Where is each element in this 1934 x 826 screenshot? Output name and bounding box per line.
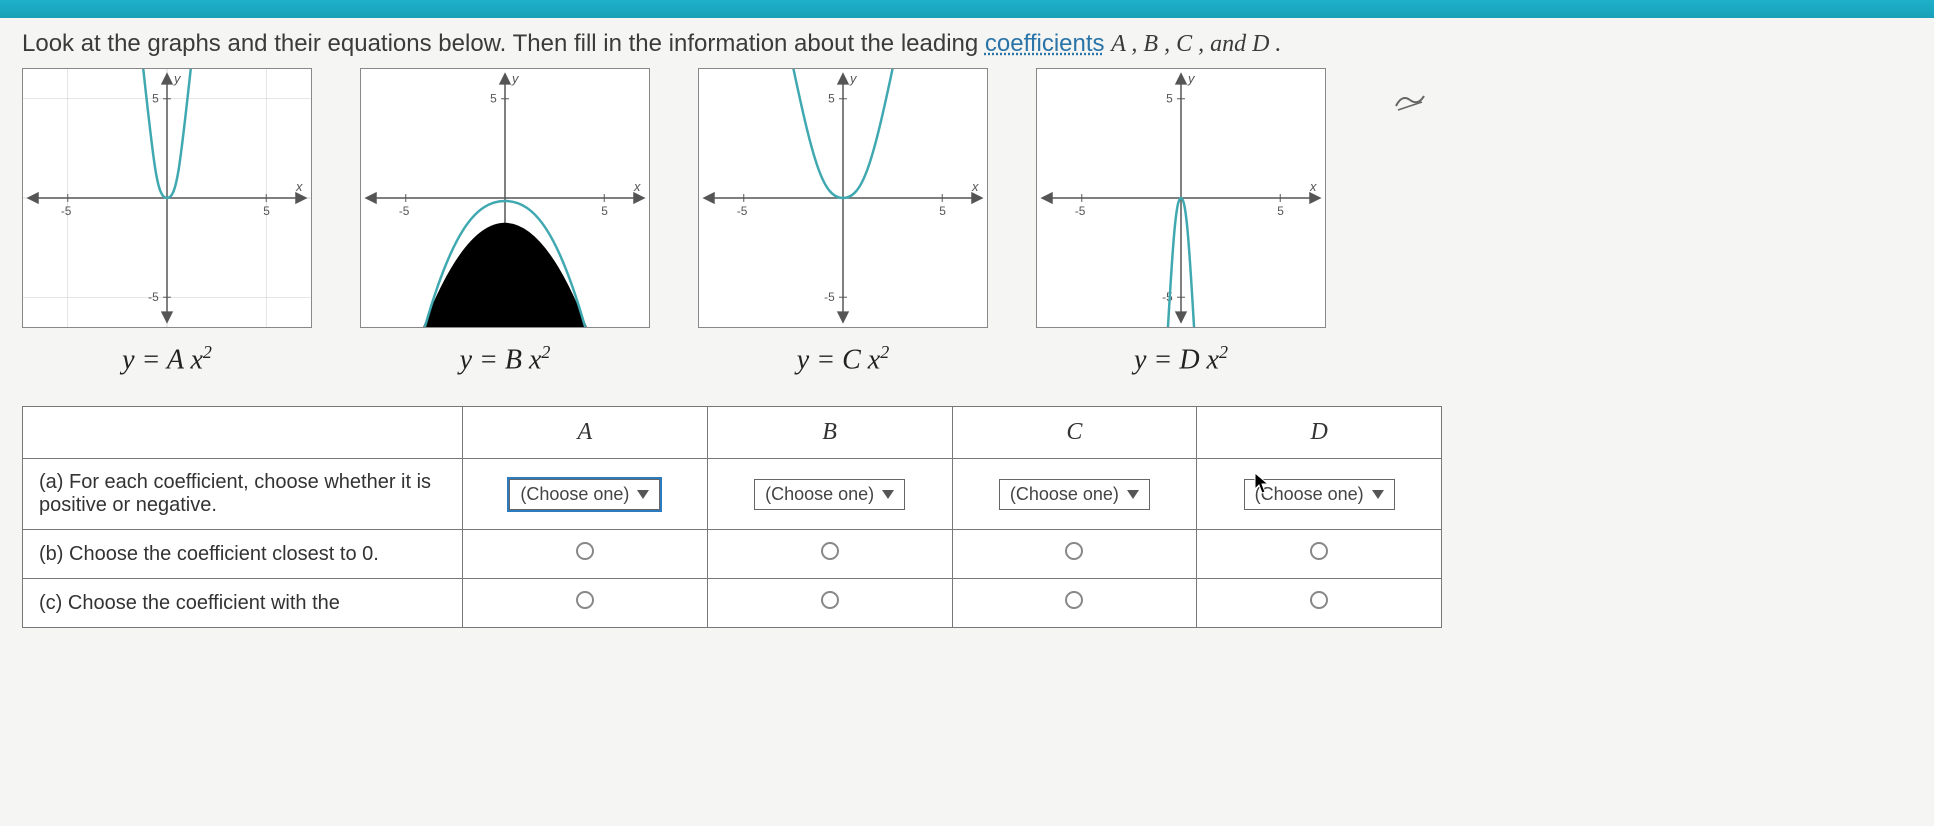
dropdown-d-label: (Choose one) — [1255, 484, 1364, 505]
graph-d: -5 5 5 -5 y x — [1036, 68, 1326, 328]
radio-c-b[interactable] — [821, 591, 839, 609]
radio-b-b[interactable] — [821, 542, 839, 560]
svg-text:x: x — [971, 179, 979, 194]
dropdown-c-label: (Choose one) — [1010, 484, 1119, 505]
scribble-icon — [1392, 88, 1428, 120]
svg-text:5: 5 — [1166, 92, 1173, 106]
svg-text:y: y — [173, 71, 182, 86]
radio-b-c[interactable] — [1065, 542, 1083, 560]
window-top-bar — [0, 0, 1934, 18]
col-header-b: B — [707, 407, 952, 459]
row-a-label: (a) For each coefficient, choose whether… — [23, 459, 463, 530]
graph-a: -5 5 5 -5 y x — [22, 68, 312, 328]
svg-text:-5: -5 — [1075, 204, 1086, 218]
chevron-down-icon — [637, 490, 649, 499]
svg-text:5: 5 — [939, 204, 946, 218]
radio-c-d[interactable] — [1310, 591, 1328, 609]
svg-text:x: x — [1309, 179, 1317, 194]
chevron-down-icon — [1372, 490, 1384, 499]
row-b: (b) Choose the coefficient closest to 0. — [23, 530, 1442, 579]
svg-text:x: x — [633, 179, 641, 194]
svg-text:5: 5 — [828, 92, 835, 106]
svg-text:-5: -5 — [148, 290, 159, 304]
row-c: (c) Choose the coefficient with the — [23, 579, 1442, 628]
instruction-text: Look at the graphs and their equations b… — [22, 30, 1912, 58]
dropdown-b-label: (Choose one) — [765, 484, 874, 505]
page-content: Look at the graphs and their equations b… — [0, 18, 1934, 826]
radio-c-c[interactable] — [1065, 591, 1083, 609]
graph-block-d: -5 5 5 -5 y x y = D x2 — [1036, 68, 1326, 376]
graph-b: -5 5 5 -5 y x — [360, 68, 650, 328]
equation-c: y = C x2 — [797, 342, 889, 376]
row-c-label: (c) Choose the coefficient with the — [23, 579, 463, 628]
svg-text:-5: -5 — [1162, 290, 1173, 304]
col-header-d: D — [1197, 407, 1442, 459]
dropdown-b[interactable]: (Choose one) — [754, 479, 905, 510]
equation-a: y = A x2 — [122, 342, 212, 376]
radio-c-a[interactable] — [576, 591, 594, 609]
graphs-row: -5 5 5 -5 y x y = A x2 — [22, 68, 1912, 376]
graph-block-a: -5 5 5 -5 y x y = A x2 — [22, 68, 312, 376]
answers-table: A B C D (a) For each coefficient, choose… — [22, 406, 1442, 628]
col-header-c: C — [952, 407, 1197, 459]
svg-text:y: y — [1187, 71, 1196, 86]
svg-text:5: 5 — [601, 204, 608, 218]
svg-text:-5: -5 — [824, 290, 835, 304]
graph-block-c: -5 5 5 -5 y x y = C x2 — [698, 68, 988, 376]
instruction-prefix: Look at the graphs and their equations b… — [22, 30, 985, 57]
radio-b-a[interactable] — [576, 542, 594, 560]
row-b-label: (b) Choose the coefficient closest to 0. — [23, 530, 463, 579]
graph-block-b: -5 5 5 -5 y x y = B x2 — [360, 68, 650, 376]
chevron-down-icon — [1127, 490, 1139, 499]
svg-text:5: 5 — [490, 92, 497, 106]
instruction-vars: A , B , C , and D . — [1111, 31, 1281, 57]
svg-text:5: 5 — [152, 92, 159, 106]
svg-text:-5: -5 — [399, 204, 410, 218]
equation-d: y = D x2 — [1134, 342, 1228, 376]
coefficients-link[interactable]: coefficients — [985, 30, 1105, 57]
svg-text:-5: -5 — [737, 204, 748, 218]
radio-b-d[interactable] — [1310, 542, 1328, 560]
equation-b: y = B x2 — [460, 342, 551, 376]
chevron-down-icon — [882, 490, 894, 499]
dropdown-c[interactable]: (Choose one) — [999, 479, 1150, 510]
svg-text:x: x — [295, 179, 303, 194]
svg-text:5: 5 — [1277, 204, 1284, 218]
dropdown-a[interactable]: (Choose one) — [509, 479, 660, 510]
col-header-a: A — [463, 407, 708, 459]
row-a: (a) For each coefficient, choose whether… — [23, 459, 1442, 530]
table-header-row: A B C D — [23, 407, 1442, 459]
svg-text:y: y — [511, 71, 520, 86]
svg-text:y: y — [849, 71, 858, 86]
svg-text:-5: -5 — [61, 204, 72, 218]
svg-text:5: 5 — [263, 204, 270, 218]
header-blank — [23, 407, 463, 459]
graph-c: -5 5 5 -5 y x — [698, 68, 988, 328]
dropdown-a-label: (Choose one) — [520, 484, 629, 505]
dropdown-d[interactable]: (Choose one) — [1244, 479, 1395, 510]
